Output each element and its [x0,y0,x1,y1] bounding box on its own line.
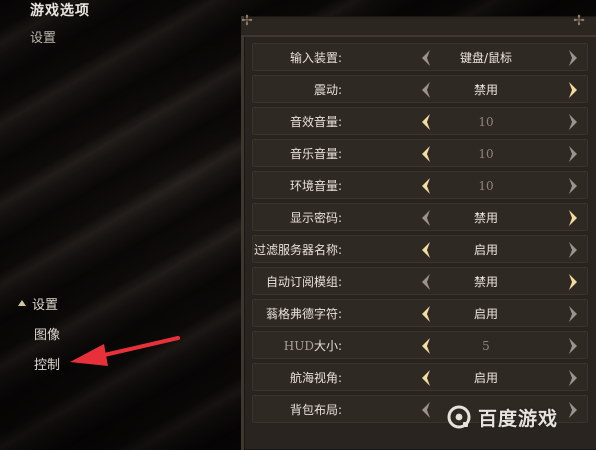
setting-value: 禁用 [473,211,498,225]
ornament-left-icon: ✢ [241,13,253,29]
setting-label-prefix: HUD [283,339,314,353]
nav-item-label: 控制 [34,357,61,373]
setting-label: 蓊格弗德字符: [266,300,342,328]
setting-value: 启用 [473,307,498,321]
setting-row: 音乐音量: 10 [252,139,588,167]
arrow-right-icon[interactable] [567,273,579,291]
setting-value: 禁用 [473,83,498,97]
setting-label-text: 环境音量: [289,179,342,193]
setting-label-text: 震动: [313,83,342,97]
setting-label: 显示密码: [290,204,342,232]
setting-row: 显示密码: 禁用 [252,203,588,231]
ornament-right-icon: ✢ [573,13,585,29]
caret-up-icon [18,300,26,306]
setting-label-text: 输入装置: [289,51,342,65]
setting-label: 音效音量: [290,108,342,136]
arrow-right-icon[interactable] [567,81,579,99]
setting-label-text: 音效音量: [289,115,342,129]
settings-list: 输入装置: 键盘/鼠标 震动: 禁用 音效音量: 10 音乐音量: 10 环境音量: 10 显示密码… [252,43,588,427]
setting-label: 震动: [314,76,342,104]
arrow-right-icon[interactable] [567,401,579,419]
setting-label-text: 过滤服务器名称: [253,243,342,257]
arrow-right-icon[interactable] [567,49,579,67]
setting-row: 输入装置: 键盘/鼠标 [252,43,588,71]
setting-row: 震动: 禁用 [252,75,588,103]
setting-value: 启用 [473,371,498,385]
setting-label: 背包布局: [290,396,342,424]
nav-item-graphics[interactable]: 图像 [18,318,60,348]
setting-label-text: 音乐音量: [289,147,342,161]
arrow-right-icon[interactable] [567,337,579,355]
setting-label: 过滤服务器名称: [254,236,342,264]
setting-value: 禁用 [473,275,498,289]
settings-panel-header [241,19,596,37]
setting-label: HUD大小: [284,332,342,360]
setting-value: 10 [478,147,494,161]
setting-value: 10 [478,179,494,193]
nav-item-controls[interactable]: 控制 [18,348,60,378]
setting-label-text: 显示密码: [289,211,342,225]
setting-row: 环境音量: 10 [252,171,588,199]
setting-label: 输入装置: [290,44,342,72]
setting-label: 音乐音量: [290,140,342,168]
page-subtitle: 设置 [30,31,57,46]
setting-label: 航海视角: [290,364,342,392]
setting-label-text: 自动订阅模组: [265,275,342,289]
watermark-text: 百度游戏 [478,407,559,430]
arrow-right-icon[interactable] [567,369,579,387]
page-title: 游戏选项 [30,3,90,19]
setting-value: 键盘/鼠标 [459,51,513,65]
watermark: 百度游戏 [446,403,558,431]
setting-label-text: 航海视角: [289,371,342,385]
setting-row: HUD大小: 5 [252,331,588,359]
setting-label: 环境音量: [290,172,342,200]
nav-item-label: 图像 [34,327,61,343]
arrow-right-icon[interactable] [567,177,579,195]
baidu-game-logo-icon [447,405,471,429]
nav-item-label: 设置 [32,297,59,313]
setting-row: 过滤服务器名称: 启用 [252,235,588,263]
arrow-right-icon[interactable] [567,145,579,163]
setting-row: 自动订阅模组: 禁用 [252,267,588,295]
setting-label-text: 大小: [313,339,342,353]
setting-row: 航海视角: 启用 [252,363,588,391]
arrow-right-icon[interactable] [567,305,579,323]
setting-value: 5 [482,339,490,353]
setting-label: 自动订阅模组: [266,268,342,296]
nav-item-settings[interactable]: 设置 [18,288,60,318]
arrow-right-icon[interactable] [567,209,579,227]
setting-value: 10 [478,115,494,129]
setting-row: 音效音量: 10 [252,107,588,135]
arrow-right-icon[interactable] [567,113,579,131]
setting-value: 启用 [473,243,498,257]
annotation-arrow-icon [70,336,180,366]
setting-label-text: 蓊格弗德字符: [265,307,342,321]
left-nav: 设置 图像 控制 [18,288,60,378]
arrow-right-icon[interactable] [567,241,579,259]
setting-row: 蓊格弗德字符: 启用 [252,299,588,327]
setting-label-text: 背包布局: [289,403,342,417]
